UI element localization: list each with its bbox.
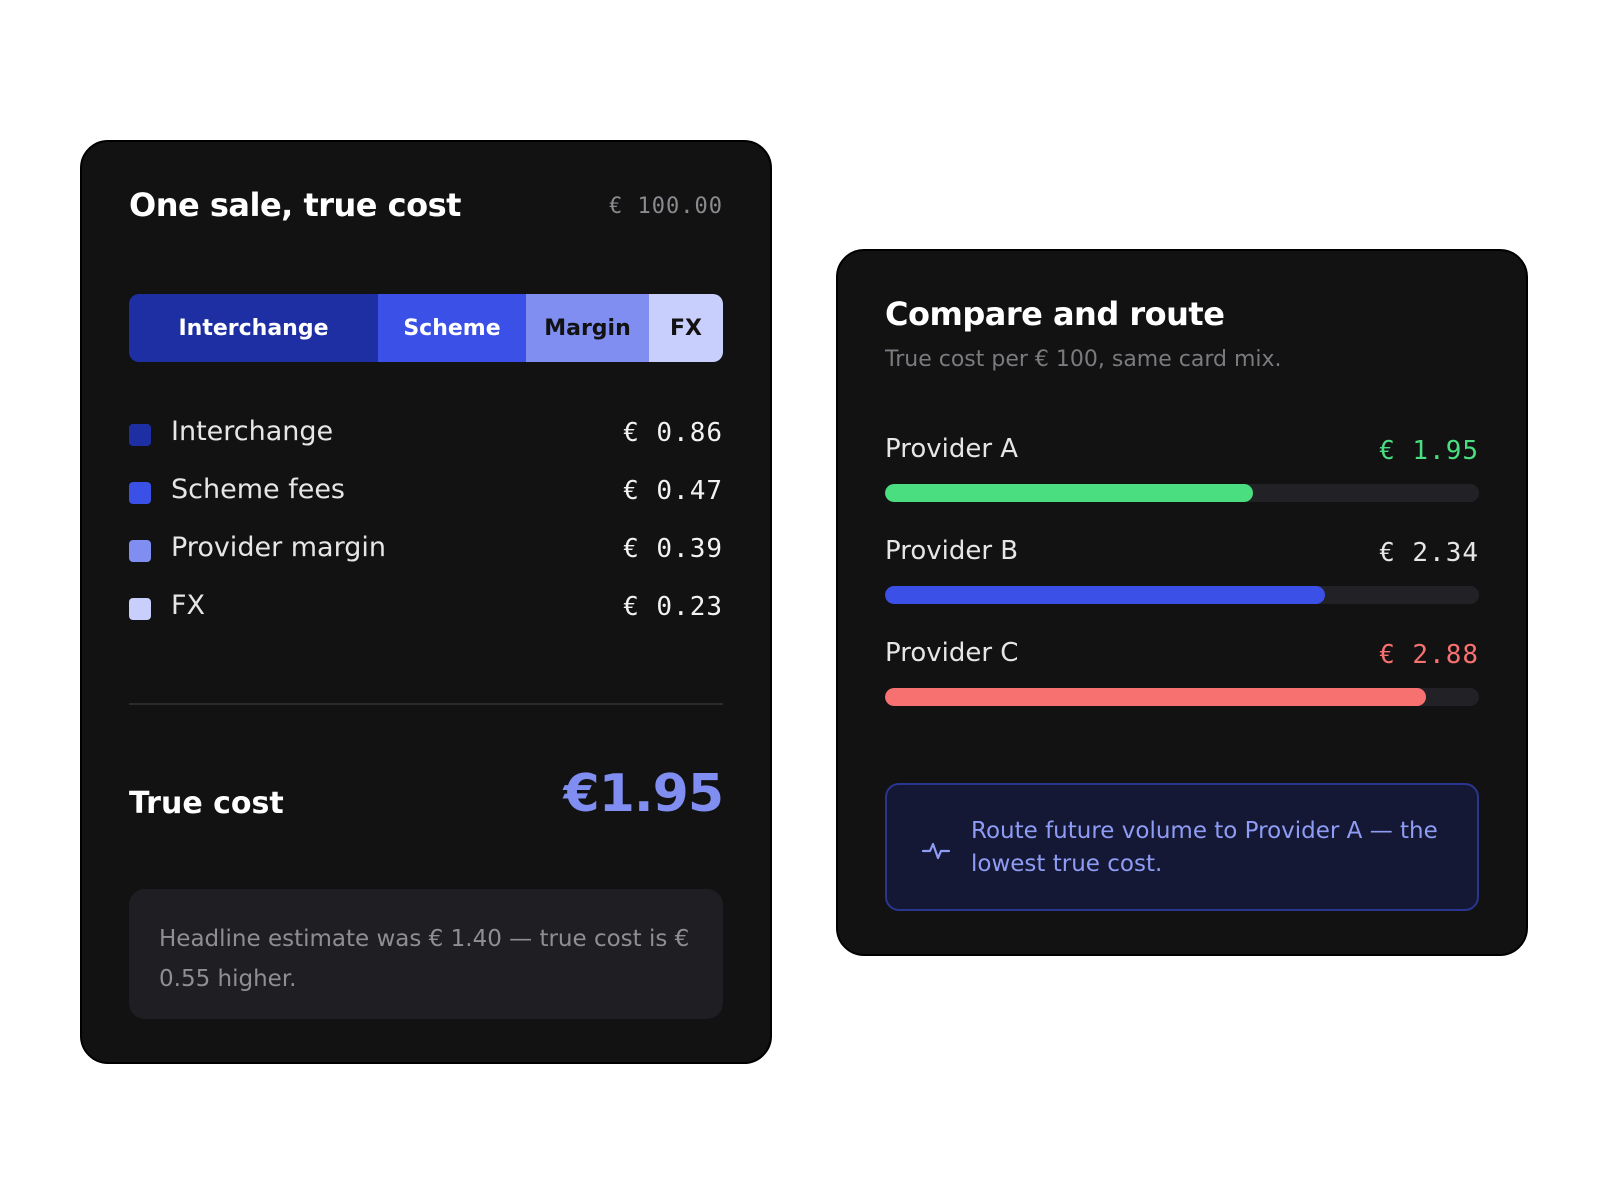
breakdown-label: Provider margin bbox=[171, 532, 386, 563]
segment-margin[interactable]: Margin bbox=[526, 294, 649, 362]
true-cost-label: True cost bbox=[129, 786, 284, 821]
compare-route-card: Compare and route True cost per € 100, s… bbox=[836, 249, 1528, 956]
provider-label: Provider C bbox=[885, 638, 1019, 668]
provider-cost: € 2.34 bbox=[1379, 538, 1479, 568]
provider-cost-bar bbox=[885, 586, 1325, 604]
provider-cost-track bbox=[885, 586, 1479, 604]
segment-interchange[interactable]: Interchange bbox=[129, 294, 378, 362]
breakdown-row-provider-margin: Provider margin € 0.39 bbox=[129, 526, 723, 584]
estimate-note: Headline estimate was € 1.40 — true cost… bbox=[129, 889, 723, 1019]
breakdown-row-scheme-fees: Scheme fees € 0.47 bbox=[129, 468, 723, 526]
legend-swatch bbox=[129, 482, 151, 504]
provider-label: Provider B bbox=[885, 536, 1019, 566]
breakdown-value: € 0.23 bbox=[623, 592, 723, 622]
breakdown-value: € 0.47 bbox=[623, 476, 723, 506]
provider-row-a[interactable]: Provider A € 1.95 bbox=[885, 434, 1479, 536]
segment-scheme[interactable]: Scheme bbox=[378, 294, 526, 362]
activity-pulse-icon bbox=[921, 842, 951, 860]
breakdown-value: € 0.39 bbox=[623, 534, 723, 564]
segment-fx[interactable]: FX bbox=[649, 294, 723, 362]
card-title: Compare and route bbox=[885, 295, 1225, 333]
provider-row-c[interactable]: Provider C € 2.88 bbox=[885, 638, 1479, 740]
provider-row-b[interactable]: Provider B € 2.34 bbox=[885, 536, 1479, 638]
breakdown-value: € 0.86 bbox=[623, 418, 723, 448]
breakdown-label: Interchange bbox=[171, 416, 334, 447]
breakdown-row-interchange: Interchange € 0.86 bbox=[129, 410, 723, 468]
true-cost-card: One sale, true cost € 100.00 Interchange… bbox=[80, 140, 772, 1064]
legend-swatch bbox=[129, 540, 151, 562]
breakdown-label: FX bbox=[171, 590, 206, 621]
provider-cost-bar bbox=[885, 484, 1254, 502]
true-cost-value: €1.95 bbox=[563, 764, 724, 824]
provider-cost-bar bbox=[885, 688, 1426, 706]
estimate-note-text: Headline estimate was € 1.40 — true cost… bbox=[159, 926, 690, 992]
legend-swatch bbox=[129, 598, 151, 620]
card-subtitle: True cost per € 100, same card mix. bbox=[885, 347, 1282, 372]
provider-cost: € 2.88 bbox=[1379, 640, 1479, 670]
provider-comparison-list: Provider A € 1.95 Provider B € 2.34 Prov… bbox=[885, 434, 1479, 740]
cost-breakdown-list: Interchange € 0.86 Scheme fees € 0.47 Pr… bbox=[129, 410, 723, 642]
route-recommendation[interactable]: Route future volume to Provider A — the … bbox=[885, 783, 1479, 911]
provider-cost-track bbox=[885, 484, 1479, 502]
cost-segment-bar: Interchange Scheme Margin FX bbox=[129, 294, 723, 362]
legend-swatch bbox=[129, 424, 151, 446]
card-title: One sale, true cost bbox=[129, 186, 461, 224]
provider-cost-track bbox=[885, 688, 1479, 706]
divider bbox=[129, 703, 723, 705]
provider-label: Provider A bbox=[885, 434, 1019, 464]
provider-cost: € 1.95 bbox=[1379, 436, 1479, 466]
breakdown-label: Scheme fees bbox=[171, 474, 345, 505]
route-recommendation-text: Route future volume to Provider A — the … bbox=[971, 818, 1438, 877]
breakdown-row-fx: FX € 0.23 bbox=[129, 584, 723, 642]
sale-amount: € 100.00 bbox=[609, 194, 723, 219]
